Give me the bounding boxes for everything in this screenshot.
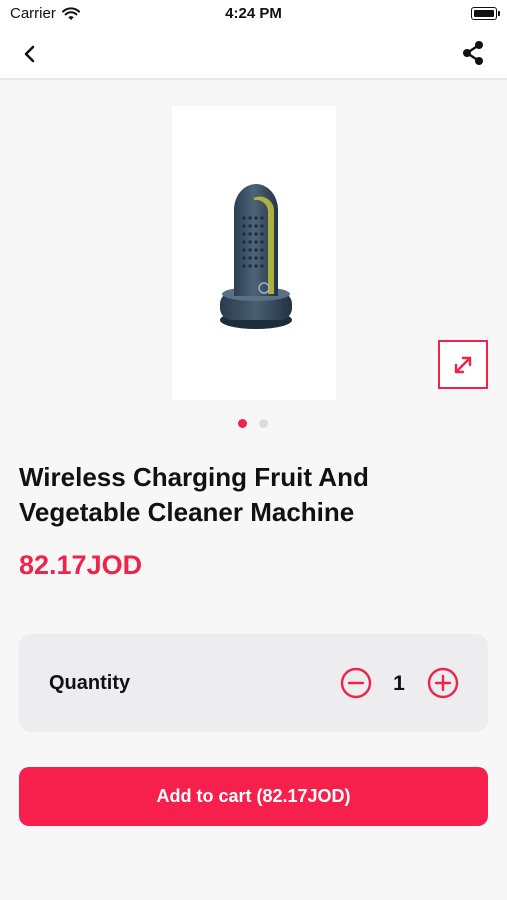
quantity-decrease-button[interactable] (340, 667, 372, 699)
gallery-pagination (238, 419, 268, 428)
status-bar: Carrier 4:24 PM (0, 0, 507, 28)
quantity-label: Quantity (49, 672, 131, 694)
quantity-value: 1 (393, 672, 405, 695)
product-price: 82.17JOD (19, 550, 143, 580)
share-button[interactable] (459, 39, 487, 67)
expand-image-button[interactable] (438, 340, 488, 389)
plus-circle-icon (427, 667, 459, 699)
minus-circle-icon (340, 667, 372, 699)
battery-icon (471, 7, 500, 20)
status-time: 4:24 PM (225, 5, 282, 22)
product-title: Wireless Charging Fruit And Vegetable Cl… (19, 462, 369, 527)
chevron-left-icon (24, 45, 35, 63)
cleaner-machine-illustration (220, 184, 292, 329)
nav-bar (0, 28, 507, 80)
share-icon (463, 41, 483, 65)
quantity-card: Quantity 1 (19, 634, 488, 732)
add-to-cart-button[interactable]: Add to cart (82.17JOD) (19, 767, 488, 826)
pagination-dot[interactable] (259, 419, 268, 428)
pagination-dot-active[interactable] (238, 419, 247, 428)
back-button[interactable] (16, 40, 44, 68)
product-image[interactable] (172, 106, 336, 400)
expand-icon (454, 356, 472, 373)
quantity-increase-button[interactable] (427, 667, 459, 699)
